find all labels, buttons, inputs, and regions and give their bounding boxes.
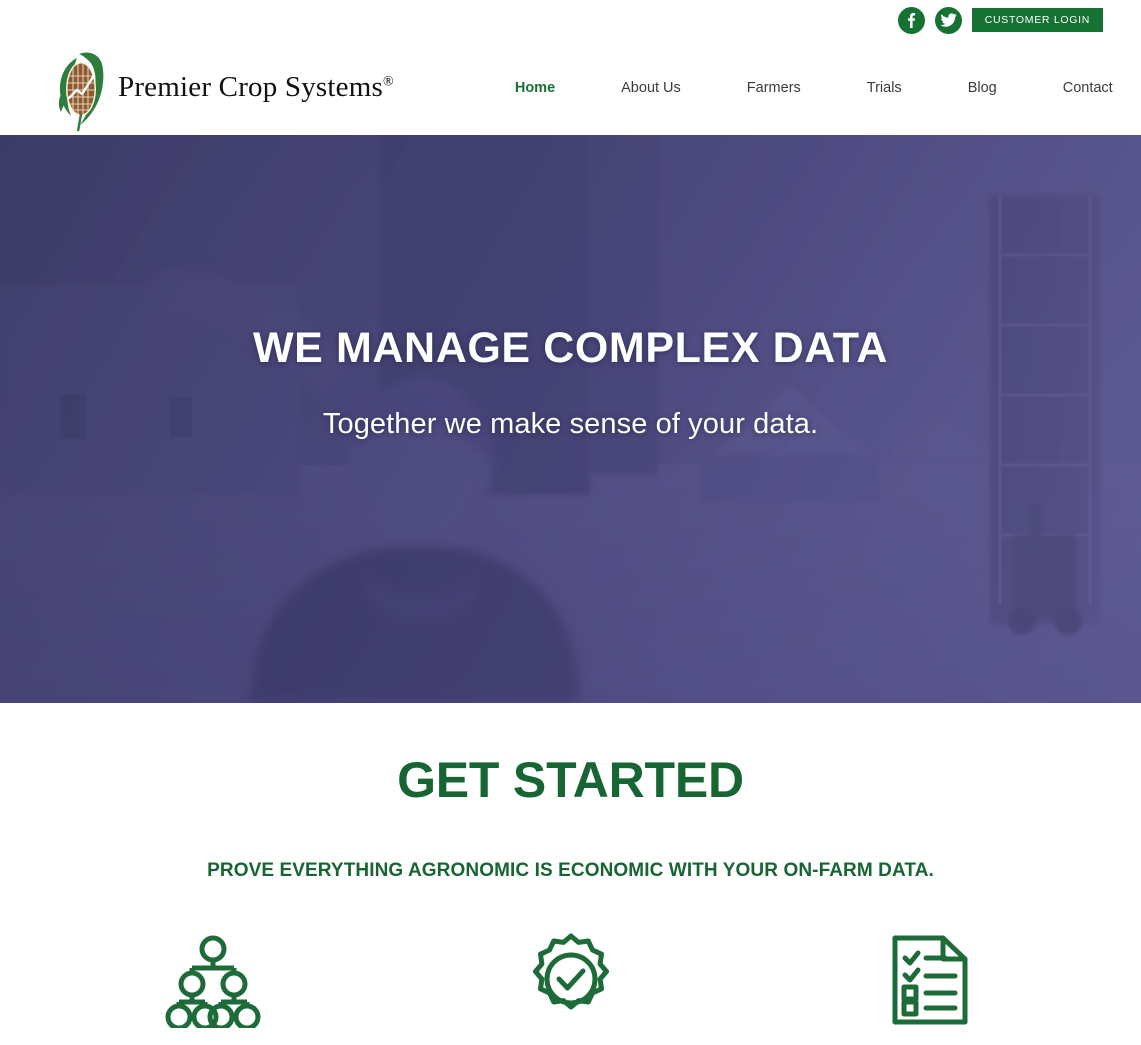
- corn-ear-logo-icon: [58, 51, 104, 131]
- twitter-icon[interactable]: [934, 6, 962, 34]
- get-started-subtitle: PROVE EVERYTHING AGRONOMIC IS ECONOMIC W…: [207, 860, 934, 881]
- nav-item-home[interactable]: Home: [482, 80, 588, 96]
- card-organize[interactable]: ORGANIZE: [34, 932, 392, 1045]
- main-navigation: Home About Us Farmers Trials Blog Contac…: [482, 80, 1141, 96]
- hero-banner: WE MANAGE COMPLEX DATA Together we make …: [0, 135, 1141, 703]
- hero-title: WE MANAGE COMPLEX DATA: [252, 324, 889, 372]
- customer-login-button[interactable]: CUSTOMER LOGIN: [971, 8, 1103, 32]
- checklist-document-icon: [881, 932, 977, 1028]
- facebook-icon[interactable]: [897, 6, 925, 34]
- card-plan[interactable]: PLAN: [750, 932, 1108, 1045]
- site-logo[interactable]: Premier Crop Systems®: [55, 44, 394, 132]
- top-utility-bar: CUSTOMER LOGIN: [0, 0, 1141, 40]
- nav-item-farmers[interactable]: Farmers: [714, 80, 834, 96]
- badge-check-icon: [523, 932, 619, 1028]
- site-header: Premier Crop Systems® Home About Us Farm…: [0, 40, 1141, 135]
- registered-trademark: ®: [383, 74, 394, 90]
- get-started-cards: ORGANIZE PROVE: [0, 932, 1141, 1045]
- hero-content: WE MANAGE COMPLEX DATA Together we make …: [0, 135, 1141, 703]
- logo-wordmark: Premier Crop Systems®: [118, 71, 394, 104]
- get-started-section: GET STARTED PROVE EVERYTHING AGRONOMIC I…: [0, 703, 1141, 1045]
- nav-item-blog[interactable]: Blog: [935, 80, 1030, 96]
- nav-item-contact[interactable]: Contact: [1030, 80, 1141, 96]
- logo-brand-name: Premier Crop Systems: [118, 71, 383, 103]
- hierarchy-icon: [165, 932, 261, 1028]
- nav-item-trials[interactable]: Trials: [834, 80, 935, 96]
- get-started-title: GET STARTED: [397, 752, 744, 808]
- hero-subtitle: Together we make sense of your data.: [322, 408, 819, 441]
- nav-item-about-us[interactable]: About Us: [588, 80, 714, 96]
- card-prove[interactable]: PROVE: [392, 932, 750, 1045]
